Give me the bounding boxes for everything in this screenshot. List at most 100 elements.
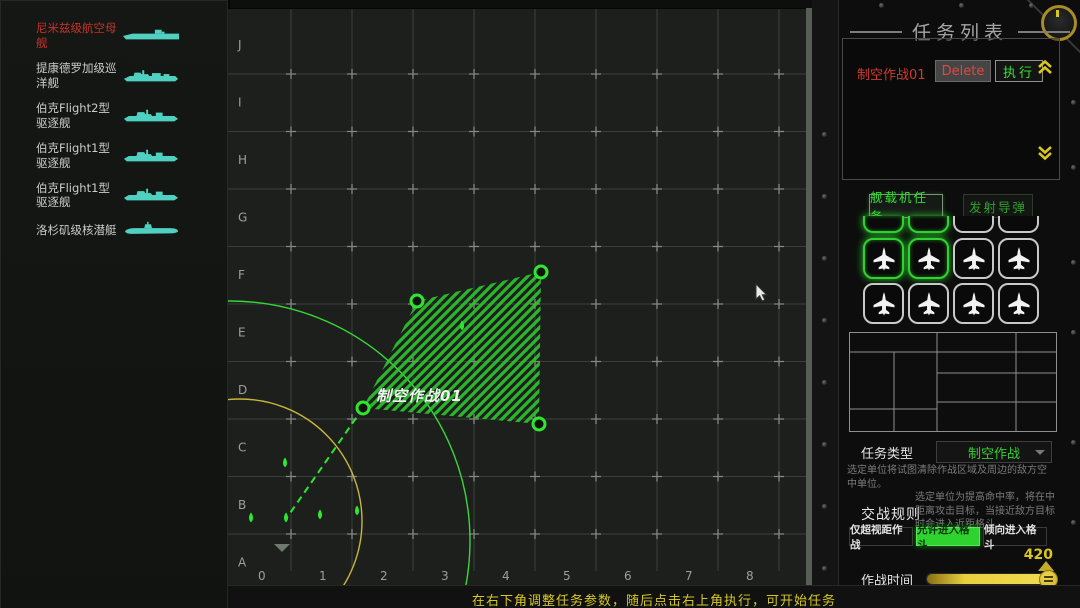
- svg-text:G: G: [238, 211, 247, 225]
- jet-icon: [915, 290, 943, 318]
- aircraft-slot[interactable]: [863, 283, 904, 324]
- tab-aircraft-mission[interactable]: 舰载机任务: [869, 194, 943, 218]
- screw-icon: [1071, 260, 1076, 265]
- screw-icon: [959, 3, 964, 8]
- task-panel: 任务列表 制空作战01 Delete 执行 舰载机任务 发射导弹: [838, 0, 1080, 608]
- svg-text:3: 3: [441, 569, 449, 583]
- svg-text:F: F: [238, 268, 245, 282]
- mouse-cursor: [756, 284, 767, 301]
- mission-type-value: 制空作战: [968, 443, 1020, 462]
- mission-corner-handle[interactable]: [411, 295, 423, 307]
- slider-fill: [927, 574, 1053, 584]
- tab-launch-missile[interactable]: 发射导弹: [963, 194, 1033, 218]
- aircraft-slot[interactable]: [953, 216, 994, 233]
- jet-icon: [1005, 245, 1033, 273]
- screw-icon: [1071, 100, 1076, 105]
- jet-icon: [915, 245, 943, 273]
- panel-divider: [812, 0, 839, 608]
- screw-icon: [822, 566, 827, 571]
- svg-text:6: 6: [624, 569, 632, 583]
- svg-text:7: 7: [685, 569, 693, 583]
- aircraft-slot[interactable]: [863, 238, 904, 279]
- screw-icon: [1029, 3, 1034, 8]
- ship-row-carrier[interactable]: 尼米兹级航空母舰: [0, 16, 228, 56]
- aircraft-slot[interactable]: [998, 283, 1039, 324]
- screw-icon: [822, 442, 827, 447]
- aircraft-slot[interactable]: [998, 216, 1039, 233]
- screw-icon: [1071, 520, 1076, 525]
- aircraft-slot[interactable]: [953, 283, 994, 324]
- mission-type-description: 选定单位将试图清除作战区域及周边的敌方空中单位。: [847, 464, 1051, 491]
- delete-mission-button[interactable]: Delete: [935, 60, 991, 82]
- destroyer-icon: [122, 185, 180, 205]
- footer-hint-text: 在右下角调整任务参数，随后点击右上角执行，可开始任务: [228, 590, 1080, 608]
- svg-text:J: J: [237, 38, 242, 52]
- screw-icon: [1071, 330, 1076, 335]
- aircraft-slot[interactable]: [908, 283, 949, 324]
- ship-row-submarine[interactable]: 洛杉矶级核潜艇: [0, 215, 228, 245]
- unit-marker[interactable]: [355, 506, 359, 516]
- mission-corner-handle[interactable]: [357, 402, 369, 414]
- mission-type-label: 任务类型: [861, 443, 913, 462]
- ship-name: 洛杉矶级核潜艇: [36, 223, 120, 238]
- destroyer-icon: [122, 146, 180, 166]
- mission-corner-handle[interactable]: [535, 266, 547, 278]
- svg-text:D: D: [238, 383, 247, 397]
- mission-corner-handle[interactable]: [533, 418, 545, 430]
- screw-icon: [822, 194, 827, 199]
- carrier-icon: [122, 26, 180, 46]
- aircraft-slot[interactable]: [908, 216, 949, 233]
- ship-row-destroyer[interactable]: 伯克Flight1型驱逐舰: [0, 176, 228, 216]
- tactical-map[interactable]: JIHGFEDCBA012345678 制空作战01: [228, 8, 806, 587]
- roe-option-allow-dogfight[interactable]: 允许进入格斗: [916, 527, 980, 546]
- svg-text:H: H: [238, 153, 247, 167]
- screw-icon: [822, 504, 827, 509]
- unit-marker[interactable]: [284, 513, 288, 523]
- svg-text:B: B: [238, 498, 246, 512]
- svg-text:5: 5: [563, 569, 571, 583]
- loadout-stats-table: [849, 332, 1057, 432]
- ship-name: 伯克Flight1型驱逐舰: [36, 141, 120, 171]
- mission-area-label: 制空作战01: [376, 387, 463, 405]
- waypoint-triangle[interactable]: [274, 544, 290, 552]
- screw-icon: [822, 132, 827, 137]
- mission-type-dropdown[interactable]: 制空作战: [936, 441, 1052, 463]
- roe-option-bvr-only[interactable]: 仅超视距作战: [849, 527, 913, 546]
- aircraft-slot[interactable]: [953, 238, 994, 279]
- destroyer-icon: [122, 106, 180, 126]
- title-line: [1018, 31, 1070, 33]
- unit-marker[interactable]: [318, 510, 322, 520]
- ship-name: 提康德罗加级巡洋舰: [36, 61, 120, 91]
- svg-text:1: 1: [319, 569, 327, 583]
- screw-icon: [879, 3, 884, 8]
- aircraft-slot[interactable]: [908, 238, 949, 279]
- roe-option-prefer-dogfight[interactable]: 倾向进入格斗: [983, 527, 1047, 546]
- mission-list-item[interactable]: 制空作战01: [857, 64, 926, 83]
- svg-text:C: C: [238, 441, 246, 455]
- screw-icon: [822, 318, 827, 323]
- jet-icon: [960, 290, 988, 318]
- ship-row-destroyer[interactable]: 伯克Flight2型驱逐舰: [0, 96, 228, 136]
- jet-icon: [960, 245, 988, 273]
- ship-row-destroyer[interactable]: 伯克Flight1型驱逐舰: [0, 136, 228, 176]
- svg-text:4: 4: [502, 569, 510, 583]
- aircraft-slot[interactable]: [863, 216, 904, 233]
- cruiser-icon: [122, 66, 180, 86]
- scroll-down-icon[interactable]: [1036, 145, 1054, 161]
- duration-slider[interactable]: [925, 572, 1057, 586]
- screw-icon: [822, 380, 827, 385]
- scroll-up-icon[interactable]: [1036, 59, 1054, 75]
- unit-marker[interactable]: [249, 513, 253, 523]
- ship-row-cruiser[interactable]: 提康德罗加级巡洋舰: [0, 56, 228, 96]
- aircraft-slot[interactable]: [998, 238, 1039, 279]
- svg-text:8: 8: [746, 569, 754, 583]
- fleet-panel: 尼米兹级航空母舰 提康德罗加级巡洋舰 伯克Flight2型驱逐舰 伯克Fligh…: [0, 0, 230, 608]
- jet-icon: [870, 290, 898, 318]
- jet-icon: [1005, 290, 1033, 318]
- unit-marker[interactable]: [283, 458, 287, 468]
- svg-text:0: 0: [258, 569, 266, 583]
- svg-text:A: A: [238, 556, 247, 570]
- svg-text:2: 2: [380, 569, 388, 583]
- range-ring-yellow: [228, 399, 362, 586]
- mission-list-box: 制空作战01 Delete 执行: [842, 38, 1060, 180]
